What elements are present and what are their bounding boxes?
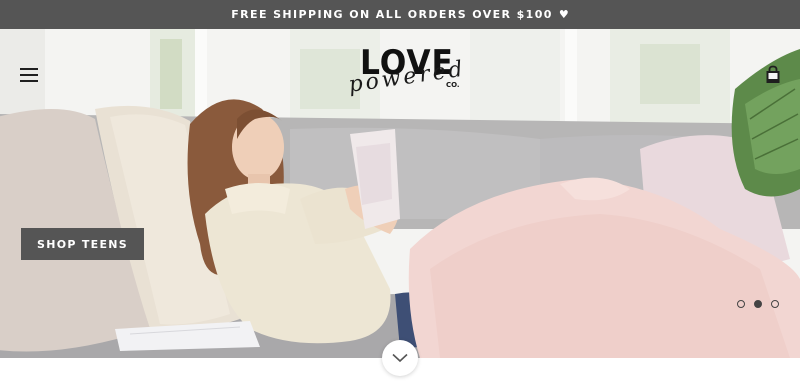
hamburger-line	[20, 74, 38, 76]
heart-icon: ♥	[558, 8, 569, 21]
logo-suffix-text: CO.	[446, 81, 460, 89]
menu-button[interactable]	[20, 68, 38, 82]
hero-banner: LOVE powered CO. SHOP TEENS	[0, 29, 800, 358]
scroll-down-button[interactable]	[382, 340, 418, 376]
brand-logo[interactable]: LOVE powered CO.	[345, 43, 467, 105]
shop-teens-button[interactable]: SHOP TEENS	[21, 228, 144, 260]
announcement-text: FREE SHIPPING ON ALL ORDERS OVER $100	[231, 8, 553, 21]
cart-button[interactable]	[764, 65, 782, 85]
chevron-down-icon	[392, 353, 408, 363]
hamburger-line	[20, 80, 38, 82]
slide-dot-3[interactable]	[771, 300, 779, 308]
hamburger-line	[20, 68, 38, 70]
slide-dot-1[interactable]	[737, 300, 745, 308]
slide-pagination	[737, 300, 779, 308]
slide-dot-2[interactable]	[754, 300, 762, 308]
shopping-bag-icon	[766, 65, 780, 83]
announcement-bar: FREE SHIPPING ON ALL ORDERS OVER $100 ♥	[0, 0, 800, 29]
